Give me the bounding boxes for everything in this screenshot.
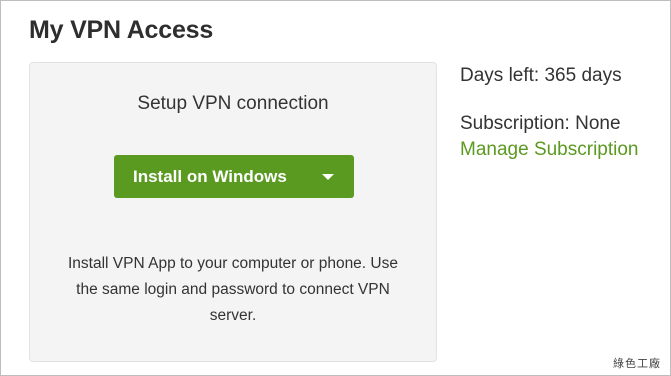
days-left-text: Days left: 365 days xyxy=(460,65,622,86)
subscription-status: Subscription: None xyxy=(460,113,621,134)
setup-heading: Setup VPN connection xyxy=(137,93,329,114)
manage-subscription-link[interactable]: Manage Subscription xyxy=(460,139,639,161)
install-on-windows-button[interactable]: Install on Windows xyxy=(114,155,354,198)
watermark-logo: 綠色工廠 xyxy=(610,354,664,372)
account-info: Days left: 365 days Subscription: None M… xyxy=(460,65,639,161)
setup-description: Install VPN App to your computer or phon… xyxy=(68,255,398,324)
install-button-label: Install on Windows xyxy=(133,167,287,186)
vpn-access-window: My VPN Access Setup VPN connection Insta… xyxy=(0,0,671,376)
setup-panel: Setup VPN connection Install on Windows … xyxy=(29,62,437,362)
page-title: My VPN Access xyxy=(29,16,214,44)
chevron-down-icon[interactable] xyxy=(322,174,334,180)
